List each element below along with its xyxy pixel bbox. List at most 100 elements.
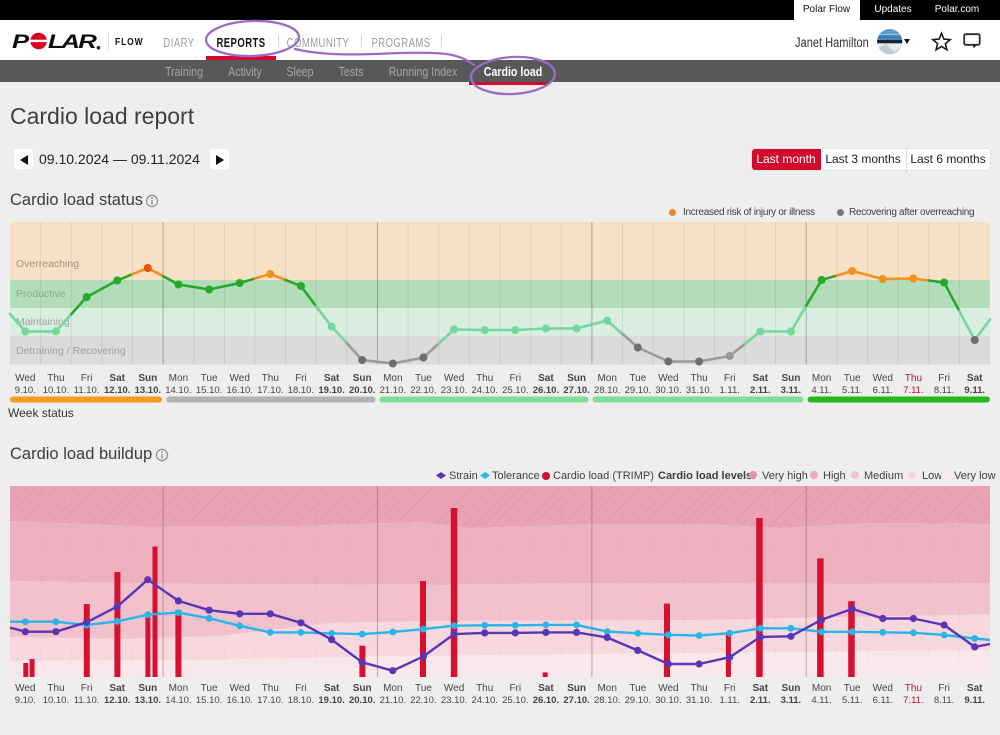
svg-text:19.10.: 19.10. (318, 695, 344, 706)
svg-text:3.11.: 3.11. (781, 385, 802, 396)
svg-text:Tue: Tue (201, 373, 218, 384)
svg-text:5.11.: 5.11. (842, 385, 862, 396)
svg-text:Sat: Sat (109, 683, 125, 694)
svg-text:22.10.: 22.10. (410, 385, 436, 396)
svg-text:Tue: Tue (415, 373, 432, 384)
svg-text:9.10.: 9.10. (15, 695, 36, 706)
svg-text:3.11.: 3.11. (781, 695, 802, 706)
svg-text:Tue: Tue (629, 373, 646, 384)
svg-text:29.10.: 29.10. (625, 695, 651, 706)
svg-text:Sat: Sat (753, 683, 769, 694)
svg-text:8.11.: 8.11. (934, 385, 954, 396)
svg-text:Wed: Wed (15, 683, 35, 694)
svg-text:Sat: Sat (324, 683, 340, 694)
svg-text:6.11.: 6.11. (873, 385, 893, 396)
svg-text:30.10.: 30.10. (655, 695, 681, 706)
svg-text:2.11.: 2.11. (750, 695, 771, 706)
svg-text:Detraining / Recovering: Detraining / Recovering (16, 345, 126, 357)
svg-text:Fri: Fri (295, 683, 307, 694)
svg-text:26.10.: 26.10. (533, 385, 559, 396)
svg-text:8.11.: 8.11. (934, 695, 954, 706)
svg-text:20.10.: 20.10. (349, 385, 375, 396)
svg-text:Fri: Fri (724, 373, 736, 384)
svg-text:Tue: Tue (844, 373, 861, 384)
svg-text:Wed: Wed (444, 373, 464, 384)
svg-text:12.10.: 12.10. (104, 385, 130, 396)
svg-text:Sun: Sun (567, 373, 586, 384)
svg-text:27.10.: 27.10. (563, 385, 589, 396)
svg-text:Wed: Wed (15, 373, 35, 384)
svg-text:Sun: Sun (138, 373, 157, 384)
svg-text:22.10.: 22.10. (410, 695, 436, 706)
svg-text:Mon: Mon (812, 683, 831, 694)
svg-text:25.10.: 25.10. (502, 695, 528, 706)
svg-text:11.10.: 11.10. (74, 695, 100, 706)
svg-text:14.10.: 14.10. (165, 695, 191, 706)
svg-text:18.10.: 18.10. (288, 385, 314, 396)
svg-text:P: P (12, 30, 30, 52)
svg-text:Week status: Week status (8, 406, 74, 420)
svg-text:Tue: Tue (629, 683, 646, 694)
svg-text:Wed: Wed (444, 683, 464, 694)
svg-text:Thu: Thu (262, 683, 279, 694)
svg-text:11.10.: 11.10. (74, 385, 100, 396)
svg-text:Fri: Fri (938, 683, 950, 694)
svg-text:Sat: Sat (967, 683, 983, 694)
svg-text:Thu: Thu (905, 373, 922, 384)
svg-text:7.11.: 7.11. (903, 695, 923, 706)
svg-text:27.10.: 27.10. (563, 695, 589, 706)
svg-text:Wed: Wed (658, 373, 678, 384)
svg-text:29.10.: 29.10. (625, 385, 651, 396)
svg-text:26.10.: 26.10. (533, 695, 559, 706)
svg-text:9.10.: 9.10. (15, 385, 36, 396)
svg-text:Wed: Wed (658, 683, 678, 694)
svg-text:15.10.: 15.10. (196, 695, 222, 706)
svg-text:Mon: Mon (383, 683, 402, 694)
svg-text:25.10.: 25.10. (502, 385, 528, 396)
svg-text:Sun: Sun (567, 683, 586, 694)
svg-text:Thu: Thu (47, 373, 64, 384)
svg-text:Sat: Sat (538, 373, 554, 384)
svg-text:Sun: Sun (781, 373, 800, 384)
svg-text:Fri: Fri (81, 683, 93, 694)
svg-text:13.10.: 13.10. (135, 695, 161, 706)
svg-text:Thu: Thu (476, 683, 493, 694)
svg-text:12.10.: 12.10. (104, 695, 130, 706)
svg-text:23.10.: 23.10. (441, 385, 467, 396)
svg-text:5.11.: 5.11. (842, 695, 862, 706)
svg-text:4.11.: 4.11. (811, 695, 831, 706)
svg-text:Mon: Mon (169, 683, 188, 694)
svg-text:7.11.: 7.11. (903, 385, 923, 396)
svg-text:Sun: Sun (138, 683, 157, 694)
svg-text:21.10.: 21.10. (380, 385, 406, 396)
svg-text:Sat: Sat (324, 373, 340, 384)
svg-text:16.10.: 16.10. (226, 695, 252, 706)
svg-text:9.11.: 9.11. (964, 385, 985, 396)
svg-text:Thu: Thu (262, 373, 279, 384)
svg-text:15.10.: 15.10. (196, 385, 222, 396)
svg-text:18.10.: 18.10. (288, 695, 314, 706)
svg-text:Sun: Sun (353, 373, 372, 384)
svg-text:Mon: Mon (169, 373, 188, 384)
svg-text:Sat: Sat (109, 373, 125, 384)
svg-text:6.11.: 6.11. (873, 695, 893, 706)
svg-text:Wed: Wed (230, 373, 250, 384)
svg-text:10.10.: 10.10. (43, 695, 69, 706)
svg-text:Sat: Sat (967, 373, 983, 384)
svg-text:16.10.: 16.10. (226, 385, 252, 396)
svg-text:Fri: Fri (509, 683, 521, 694)
svg-text:Thu: Thu (476, 373, 493, 384)
svg-text:30.10.: 30.10. (655, 385, 681, 396)
svg-text:Productive: Productive (16, 288, 66, 300)
svg-text:Thu: Thu (690, 373, 707, 384)
svg-text:14.10.: 14.10. (165, 385, 191, 396)
svg-text:19.10.: 19.10. (318, 385, 344, 396)
svg-text:Mon: Mon (597, 683, 616, 694)
svg-text:Sun: Sun (353, 683, 372, 694)
svg-text:23.10.: 23.10. (441, 695, 467, 706)
svg-text:17.10.: 17.10. (257, 385, 283, 396)
svg-text:1.11.: 1.11. (719, 385, 739, 396)
svg-text:Mon: Mon (812, 373, 831, 384)
svg-text:13.10.: 13.10. (135, 385, 161, 396)
svg-text:20.10.: 20.10. (349, 695, 375, 706)
